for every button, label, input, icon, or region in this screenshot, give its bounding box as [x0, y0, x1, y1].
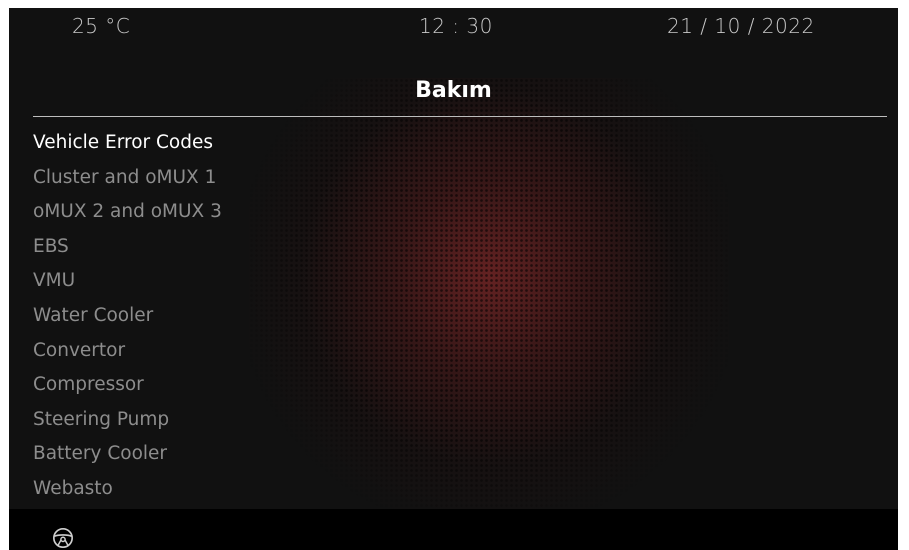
menu-item-ebs[interactable]: EBS	[33, 232, 222, 267]
date-readout: 21 / 10 / 2022	[667, 14, 815, 38]
maintenance-menu: Vehicle Error Codes Cluster and oMUX 1 o…	[33, 128, 222, 509]
temperature-readout: 25 °C	[72, 14, 131, 38]
menu-item-cluster-omux1[interactable]: Cluster and oMUX 1	[33, 163, 222, 198]
clock-readout: 12 : 30	[419, 14, 493, 38]
background-dot-pattern	[249, 78, 729, 518]
menu-item-compressor[interactable]: Compressor	[33, 370, 222, 405]
bottom-bar	[9, 509, 898, 550]
menu-item-vehicle-error-codes[interactable]: Vehicle Error Codes	[33, 128, 222, 163]
menu-item-vmu[interactable]: VMU	[33, 266, 222, 301]
menu-item-steering-pump[interactable]: Steering Pump	[33, 405, 222, 440]
background-glow	[249, 78, 729, 518]
menu-item-water-cooler[interactable]: Water Cooler	[33, 301, 222, 336]
menu-item-battery-cooler[interactable]: Battery Cooler	[33, 439, 222, 474]
menu-item-convertor[interactable]: Convertor	[33, 336, 222, 371]
menu-item-webasto[interactable]: Webasto	[33, 474, 222, 509]
menu-item-omux2-omux3[interactable]: oMUX 2 and oMUX 3	[33, 197, 222, 232]
steering-wheel-icon	[53, 528, 73, 548]
page-title: Bakım	[415, 78, 492, 103]
display-screen: 25 °C 12 : 30 21 / 10 / 2022 Bakım Vehic…	[9, 8, 898, 550]
title-divider	[33, 116, 887, 117]
